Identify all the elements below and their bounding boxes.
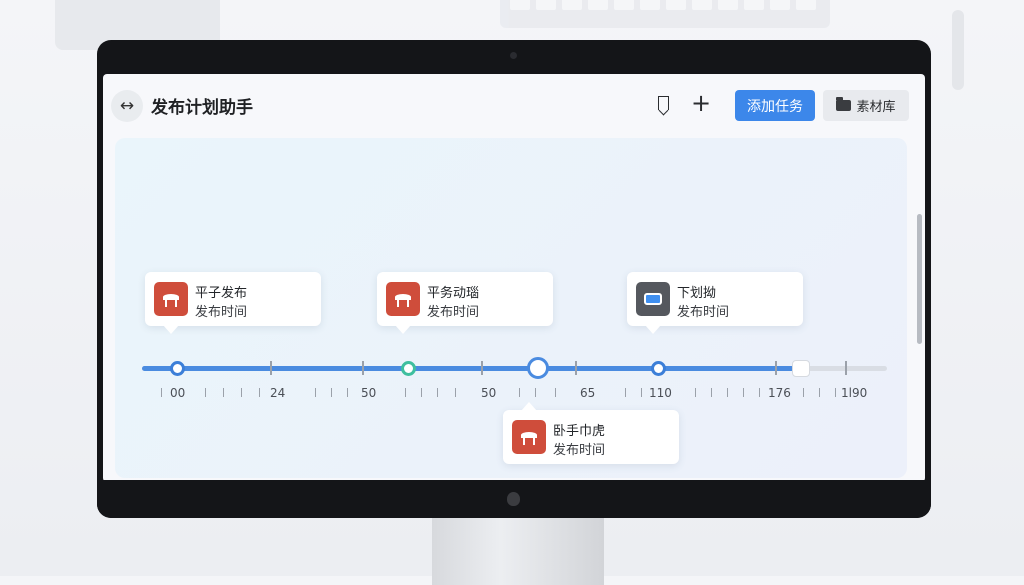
minor-tick — [695, 388, 696, 397]
minor-tick — [405, 388, 406, 397]
card-subtitle: 发布时间 — [677, 305, 730, 320]
tick-label: 50 — [481, 386, 497, 400]
add-button[interactable]: + — [691, 88, 711, 118]
timeline-progress — [142, 366, 794, 371]
minor-tick — [555, 388, 556, 397]
minor-tick — [819, 388, 820, 397]
monitor: ↔ 发布计划助手 + 添加任务 素材库 00 24 50 50 65 110 1… — [97, 40, 931, 518]
minor-tick — [315, 388, 316, 397]
publish-card[interactable]: 平子发布 发布时间 — [145, 272, 321, 334]
minor-tick — [331, 388, 332, 397]
card-title: 卧手巾虎 — [553, 424, 606, 439]
material-library-label: 素材库 — [856, 100, 896, 115]
timeline-tick — [575, 361, 577, 375]
app-icon-red — [154, 282, 188, 316]
back-button[interactable]: ↔ — [111, 90, 143, 122]
camera-app-icon — [636, 282, 670, 316]
card-subtitle: 发布时间 — [195, 305, 248, 320]
minor-tick — [625, 388, 626, 397]
tick-label: 65 — [580, 386, 596, 400]
timeline-node-active[interactable] — [401, 361, 416, 376]
publish-card[interactable]: 下划拗 发布时间 — [627, 272, 803, 334]
card-title: 平子发布 — [195, 286, 248, 301]
background-cable — [952, 10, 964, 90]
minor-tick — [727, 388, 728, 397]
timeline-end-handle[interactable] — [792, 360, 810, 377]
minor-tick — [535, 388, 536, 397]
apple-logo-icon — [507, 492, 520, 506]
tick-label: 110 — [649, 386, 672, 400]
card-title: 下划拗 — [677, 286, 717, 301]
background-keyboard — [500, 0, 830, 28]
card-pointer — [395, 325, 411, 334]
webcam — [510, 52, 517, 59]
app-icon-red — [512, 420, 546, 454]
timeline-node[interactable] — [170, 361, 185, 376]
timeline-tick — [270, 361, 272, 375]
material-library-button[interactable]: 素材库 — [823, 90, 909, 121]
minor-tick — [519, 388, 520, 397]
publish-card[interactable]: 卧手巾虎 发布时间 — [503, 402, 679, 464]
card-pointer — [163, 325, 179, 334]
minor-tick — [835, 388, 836, 397]
timeline-tick — [362, 361, 364, 375]
card-title: 平务动瑙 — [427, 286, 480, 301]
swap-arrows-icon: ↔ — [119, 96, 135, 116]
card-subtitle: 发布时间 — [553, 443, 606, 458]
timeline-playhead[interactable] — [527, 357, 549, 379]
tick-label: 50 — [361, 386, 377, 400]
tick-label: 1l90 — [841, 386, 868, 400]
minor-tick — [161, 388, 162, 397]
card-subtitle: 发布时间 — [427, 305, 480, 320]
app-window: ↔ 发布计划助手 + 添加任务 素材库 00 24 50 50 65 110 1… — [103, 74, 925, 482]
monitor-chin — [97, 480, 931, 518]
timeline-tick — [775, 361, 777, 375]
card-pointer — [521, 402, 537, 411]
minor-tick — [455, 388, 456, 397]
minor-tick — [743, 388, 744, 397]
minor-tick — [711, 388, 712, 397]
app-header: ↔ 发布计划助手 + 添加任务 素材库 — [103, 74, 925, 136]
minor-tick — [223, 388, 224, 397]
vertical-scrollbar[interactable] — [917, 214, 922, 344]
app-icon-red — [386, 282, 420, 316]
card-pointer — [645, 325, 661, 334]
minor-tick — [803, 388, 804, 397]
minor-tick — [241, 388, 242, 397]
timeline-node[interactable] — [651, 361, 666, 376]
minor-tick — [641, 388, 642, 397]
minor-tick — [205, 388, 206, 397]
add-task-button[interactable]: 添加任务 — [735, 90, 815, 121]
page-title: 发布计划助手 — [151, 98, 253, 118]
minor-tick — [259, 388, 260, 397]
publish-card[interactable]: 平务动瑙 发布时间 — [377, 272, 553, 334]
folder-icon — [836, 97, 852, 111]
minor-tick — [437, 388, 438, 397]
tick-label: 176 — [768, 386, 791, 400]
minor-tick — [347, 388, 348, 397]
bookmark-icon[interactable] — [658, 96, 669, 110]
minor-tick — [759, 388, 760, 397]
tick-label: 00 — [170, 386, 186, 400]
tick-label: 24 — [270, 386, 286, 400]
timeline-panel: 00 24 50 50 65 110 176 1l90 平子发布 发布时间 平务… — [115, 138, 907, 478]
timeline-tick — [845, 361, 847, 375]
minor-tick — [421, 388, 422, 397]
timeline-tick — [481, 361, 483, 375]
